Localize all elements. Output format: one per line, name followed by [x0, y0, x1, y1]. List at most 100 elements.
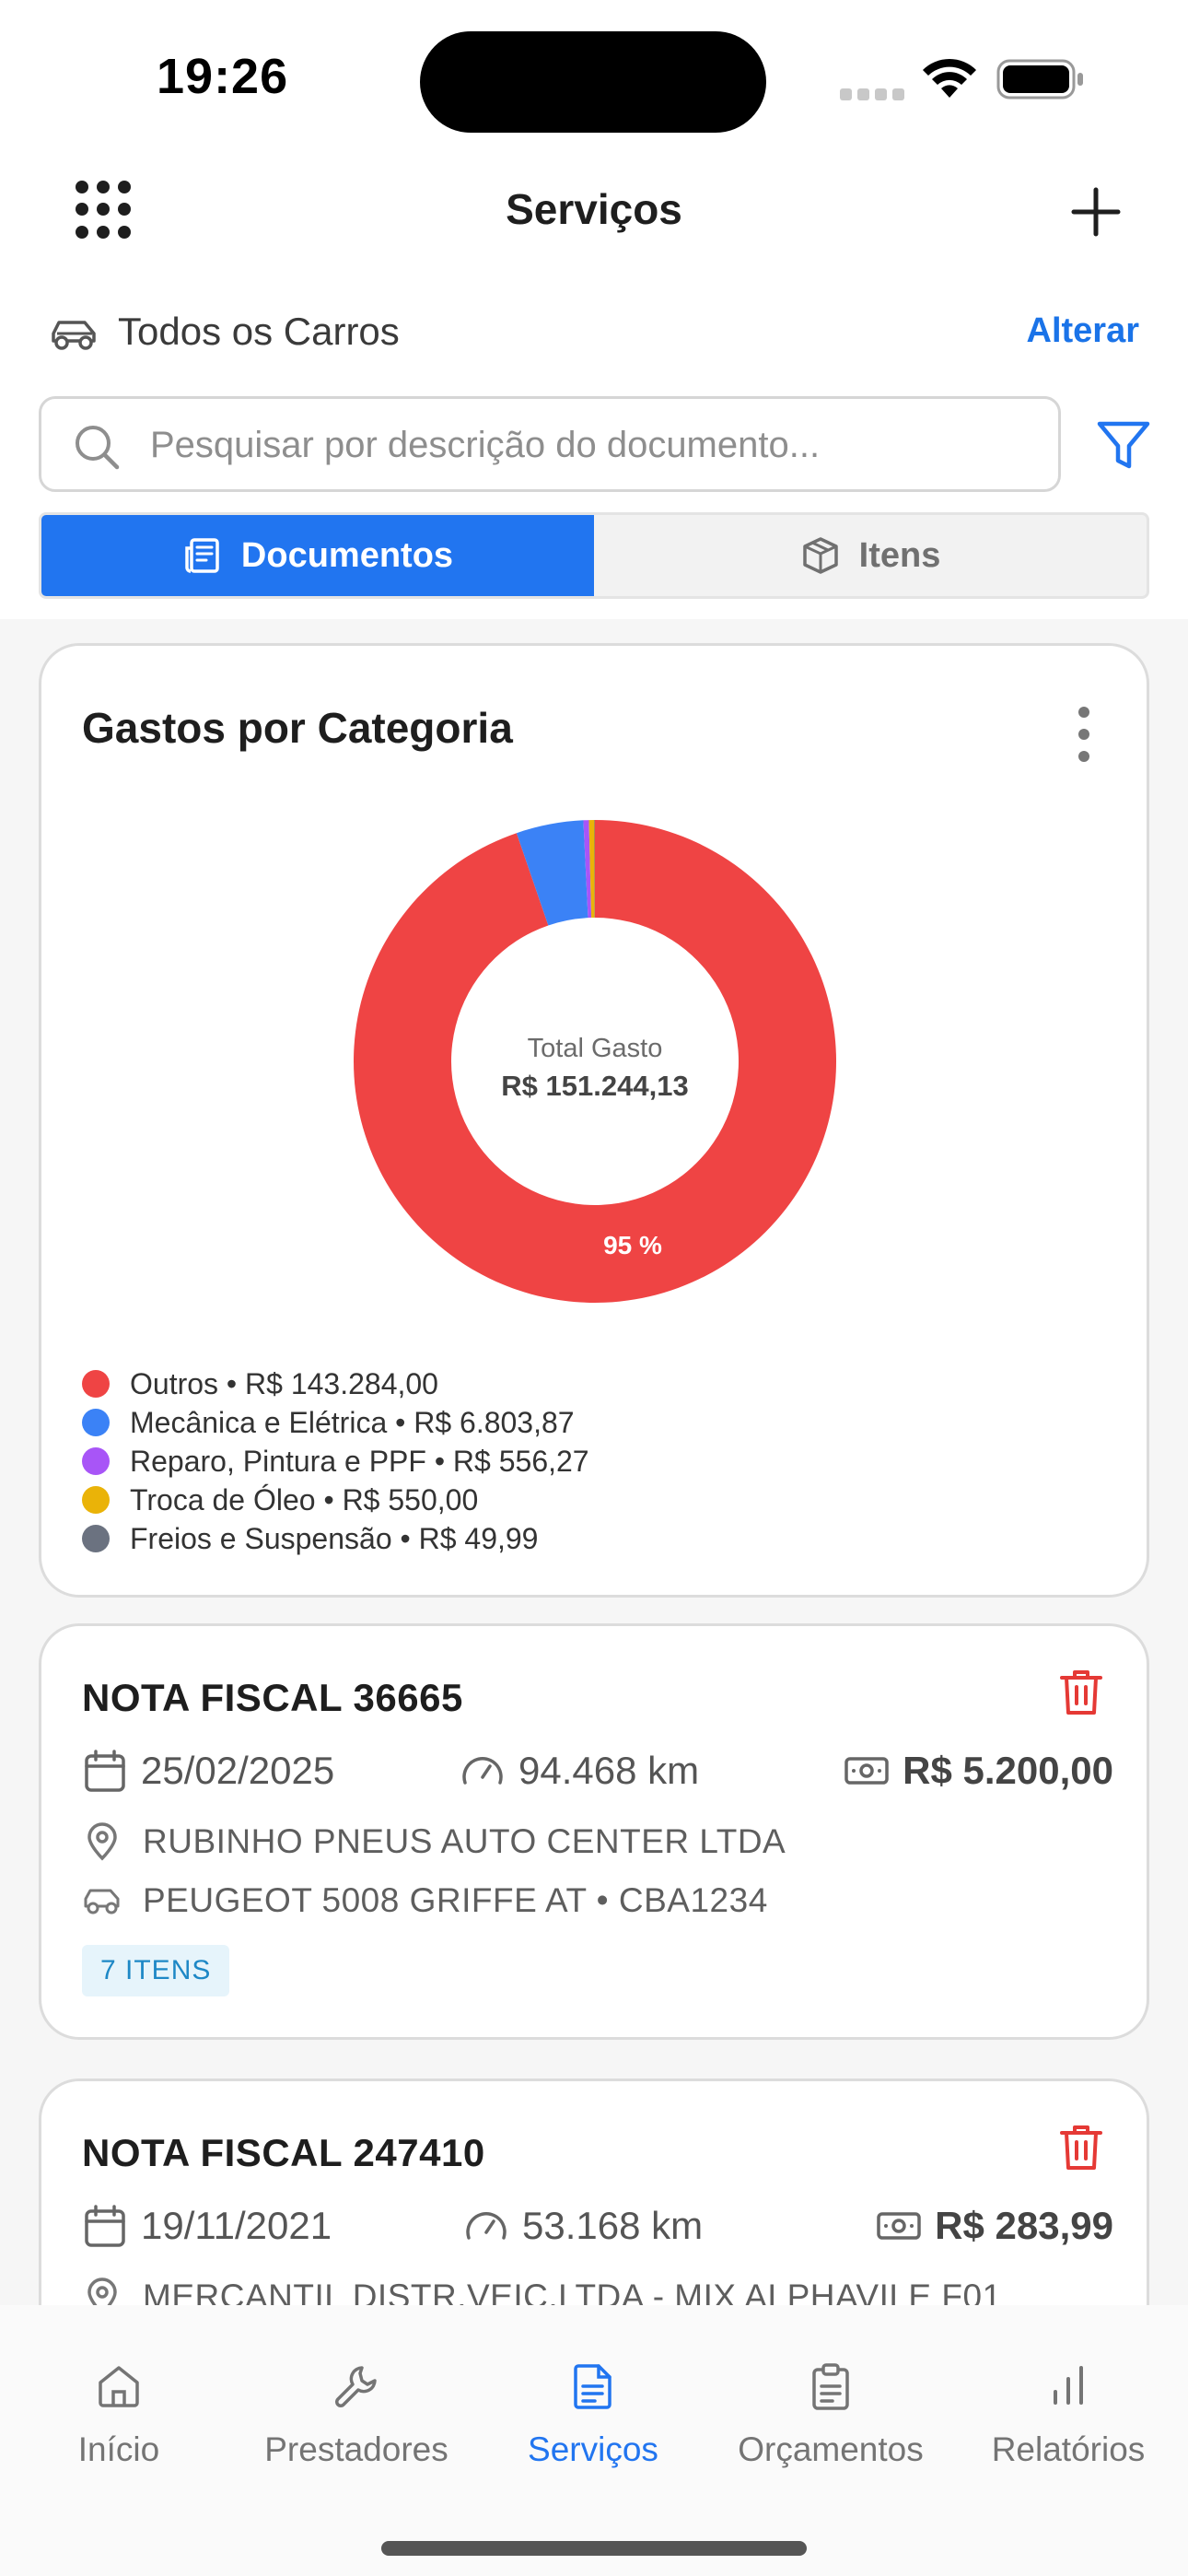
tab-inicio[interactable]: Início — [8, 2360, 229, 2508]
speedometer-icon — [462, 1757, 503, 1785]
km-value: 53.168 km — [522, 2204, 704, 2247]
delete-trash-icon[interactable] — [1058, 2122, 1104, 2173]
tab-servicos[interactable]: Serviços — [483, 2360, 704, 2508]
legend-dot — [82, 1370, 110, 1398]
document-title: NOTA FISCAL 36665 — [82, 1676, 463, 1719]
document-date: 19/11/2021 — [82, 2203, 332, 2249]
document-provider: RUBINHO PNEUS AUTO CENTER LTDA — [82, 1821, 786, 1862]
chart-center-value: R$ 151.244,13 — [501, 1070, 688, 1102]
document-vehicle: PEUGEOT 5008 GRIFFE AT • CBA1234 — [82, 1880, 768, 1921]
status-bar: 19:26 — [0, 0, 1188, 147]
content-scroll-area[interactable]: Gastos por Categoria Total Gasto R$ 151.… — [0, 619, 1188, 2305]
location-pin-icon — [87, 1822, 117, 1861]
home-icon — [99, 2366, 139, 2407]
cash-icon — [844, 1757, 889, 1785]
delete-trash-icon[interactable] — [1058, 1667, 1104, 1718]
bar-chart-icon — [1054, 2366, 1083, 2405]
vehicle-name: PEUGEOT 5008 GRIFFE AT • CBA1234 — [143, 1881, 768, 1919]
tab-label: Relatórios — [991, 2430, 1146, 2468]
tab-itens[interactable]: Itens — [594, 515, 1147, 596]
legend-amount: R$ 550,00 — [342, 1482, 479, 1516]
tab-label: Orçamentos — [738, 2430, 924, 2468]
car-icon — [52, 321, 96, 350]
search-icon — [76, 426, 120, 470]
search-box — [39, 396, 1061, 492]
legend-name: Outros — [130, 1366, 219, 1400]
legend-name: Mecânica e Elétrica — [130, 1405, 388, 1439]
add-button[interactable] — [1068, 184, 1124, 240]
spending-chart-card: Gastos por Categoria Total Gasto R$ 151.… — [39, 643, 1149, 1598]
document-odometer: 53.168 km — [463, 2203, 703, 2249]
legend-name: Troca de Óleo — [130, 1482, 316, 1516]
car-icon — [84, 1889, 120, 1914]
tab-label: Início — [77, 2430, 160, 2468]
document-odometer: 94.468 km — [460, 1748, 699, 1794]
legend-item: Troca de Óleo • R$ 550,00 — [82, 1481, 589, 1519]
cash-icon — [877, 2212, 921, 2240]
tab-relatorios[interactable]: Relatórios — [958, 2360, 1179, 2508]
document-card[interactable]: NOTA FISCAL 247410 19/11/2021 53.168 km … — [39, 2078, 1149, 2305]
date-value: 25/02/2025 — [141, 1749, 335, 1792]
nav-header: Serviços — [0, 147, 1188, 267]
tab-itens-label: Itens — [858, 535, 941, 575]
legend-item: Reparo, Pintura e PPF • R$ 556,27 — [82, 1442, 589, 1481]
amount-value: R$ 5.200,00 — [903, 1749, 1113, 1792]
items-count-badge[interactable]: 7 ITENS — [82, 1945, 230, 1996]
document-amount: R$ 5.200,00 — [844, 1748, 1113, 1794]
legend-item: Mecânica e Elétrica • R$ 6.803,87 — [82, 1403, 589, 1442]
document-meta: 25/02/2025 94.468 km R$ 5.200,00 — [82, 1748, 1113, 1803]
wrench-icon — [335, 2366, 377, 2407]
document-date: 25/02/2025 — [82, 1748, 334, 1794]
chart-legend: Outros • R$ 143.284,00 Mecânica e Elétri… — [82, 1364, 589, 1558]
selected-car-label: Todos os Carros — [118, 310, 400, 353]
document-title: NOTA FISCAL 247410 — [82, 2131, 485, 2174]
legend-name: Freios e Suspensão — [130, 1521, 392, 1555]
clipboard-icon — [812, 2363, 849, 2410]
provider-name: RUBINHO PNEUS AUTO CENTER LTDA — [143, 1822, 786, 1860]
cellular-signal-icon — [840, 88, 904, 100]
legend-name: Reparo, Pintura e PPF — [130, 1444, 426, 1478]
page-title: Serviços — [506, 185, 682, 233]
tab-prestadores[interactable]: Prestadores — [246, 2360, 467, 2508]
tab-label: Serviços — [528, 2430, 658, 2468]
legend-dot — [82, 1486, 110, 1514]
bottom-tab-bar: Início Prestadores Serviços Orçamentos R… — [0, 2305, 1188, 2576]
date-value: 19/11/2021 — [141, 2204, 332, 2247]
more-options-icon[interactable] — [1078, 707, 1091, 762]
chart-center-label: Total Gasto — [528, 1034, 663, 1063]
filter-icon[interactable] — [1096, 420, 1151, 472]
legend-dot — [82, 1447, 110, 1475]
legend-amount: R$ 49,99 — [418, 1521, 539, 1555]
legend-amount: R$ 556,27 — [452, 1444, 589, 1478]
km-value: 94.468 km — [518, 1749, 700, 1792]
battery-icon — [996, 59, 1083, 100]
legend-item: Freios e Suspensão • R$ 49,99 — [82, 1519, 589, 1558]
car-selector: Todos os Carros Alterar — [0, 297, 1188, 370]
legend-dot — [82, 1409, 110, 1436]
slice-percent-label: 95 % — [603, 1231, 662, 1259]
provider-name: MERCANTIL DISTR.VEIC.LTDA - MIX ALPHAVIL… — [143, 2277, 1002, 2305]
status-time: 19:26 — [157, 49, 289, 104]
document-icon — [574, 2364, 611, 2409]
legend-dot — [82, 1525, 110, 1552]
wifi-icon — [923, 58, 976, 98]
document-card[interactable]: NOTA FISCAL 36665 25/02/2025 94.468 km R… — [39, 1623, 1149, 2040]
legend-item: Outros • R$ 143.284,00 — [82, 1364, 589, 1403]
chart-title: Gastos por Categoria — [82, 704, 513, 752]
amount-value: R$ 283,99 — [935, 2204, 1113, 2247]
calendar-icon — [85, 1750, 125, 1792]
newspaper-icon — [185, 538, 219, 573]
tab-orcamentos[interactable]: Orçamentos — [720, 2360, 941, 2508]
donut-chart: Total Gasto R$ 151.244,13 95 % — [354, 820, 836, 1303]
home-indicator — [381, 2541, 807, 2556]
document-meta: 19/11/2021 53.168 km R$ 283,99 — [82, 2203, 1113, 2258]
speedometer-icon — [466, 2212, 507, 2240]
tab-label: Prestadores — [264, 2430, 448, 2468]
location-pin-icon — [87, 2277, 117, 2305]
document-amount: R$ 283,99 — [876, 2203, 1113, 2249]
change-car-link[interactable]: Alterar — [1027, 311, 1140, 351]
tab-documentos[interactable]: Documentos — [41, 515, 594, 596]
search-input[interactable] — [150, 419, 1034, 471]
document-provider: MERCANTIL DISTR.VEIC.LTDA - MIX ALPHAVIL… — [82, 2277, 1002, 2305]
package-icon — [802, 537, 838, 574]
